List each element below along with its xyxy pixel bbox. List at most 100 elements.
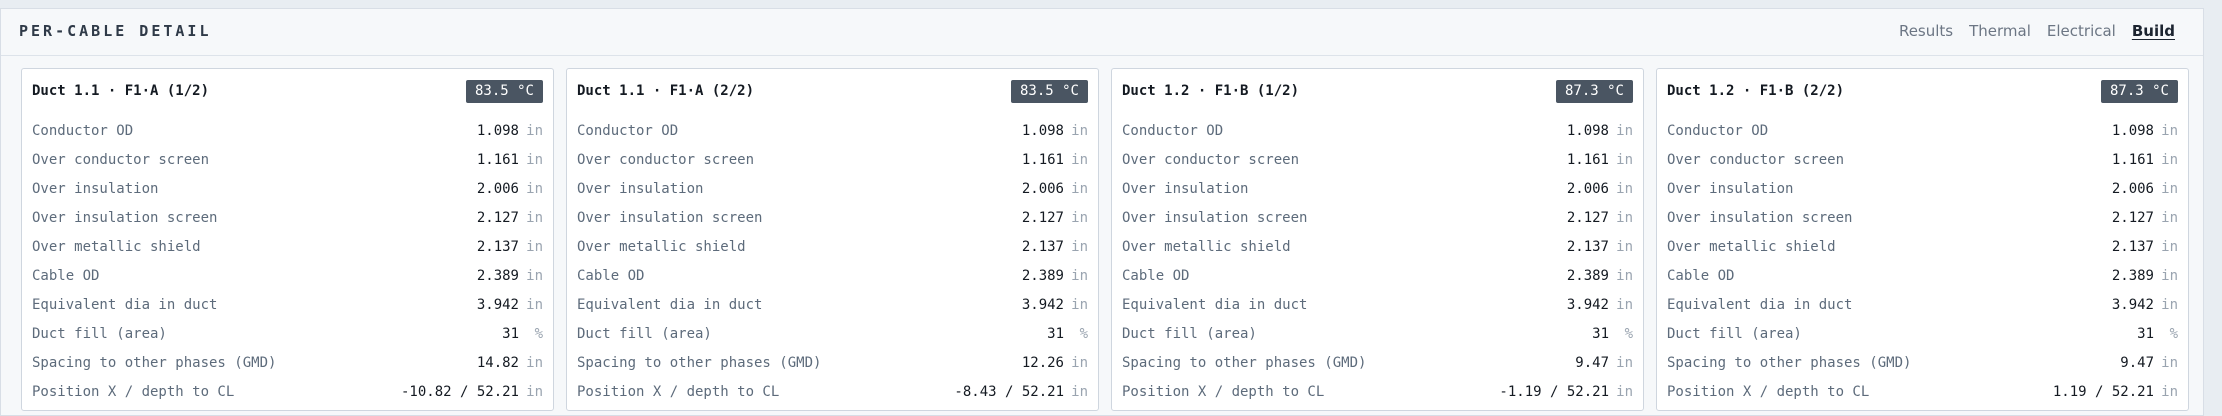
row-unit: % bbox=[534, 326, 543, 342]
row-value: 2.389 bbox=[476, 268, 519, 284]
row-label: Position X / depth to CL bbox=[32, 384, 235, 400]
row-unit: in bbox=[2161, 239, 2178, 255]
row-value: 2.127 bbox=[1566, 210, 1609, 226]
row-unit: in bbox=[2161, 181, 2178, 197]
row-unit: in bbox=[1071, 268, 1088, 284]
tab-thermal[interactable]: Thermal bbox=[1969, 22, 2031, 40]
row-label: Over insulation bbox=[1122, 181, 1249, 197]
row-label: Equivalent dia in duct bbox=[1122, 297, 1308, 313]
row-value: 1.161 bbox=[1021, 152, 1064, 168]
detail-row: Over insulation 2.006 in bbox=[32, 181, 543, 210]
row-value: 9.47 bbox=[2120, 355, 2154, 371]
row-label: Cable OD bbox=[1667, 268, 1735, 284]
cable-card: Duct 1.1 · F1·A (2/2) 83.5 °C Conductor OD… bbox=[566, 68, 1099, 411]
row-label: Over insulation bbox=[577, 181, 704, 197]
row-unit: in bbox=[526, 384, 543, 400]
detail-row: Duct fill (area) 31% bbox=[32, 326, 543, 355]
cable-card: Duct 1.1 · F1·A (1/2) 83.5 °C Conductor OD… bbox=[21, 68, 554, 411]
detail-row: Equivalent dia in duct 3.942 in bbox=[577, 297, 1088, 326]
per-cable-detail-panel: PER-CABLE DETAIL Results Thermal Electri… bbox=[0, 8, 2204, 416]
row-label: Over metallic shield bbox=[1667, 239, 1836, 255]
row-label: Spacing to other phases (GMD) bbox=[32, 355, 277, 371]
row-unit: in bbox=[1071, 123, 1088, 139]
temperature-badge: 87.3 °C bbox=[1555, 80, 1633, 103]
cable-card: Duct 1.2 · F1·B (1/2) 87.3 °C Conductor OD… bbox=[1111, 68, 1644, 411]
row-label: Over insulation screen bbox=[1667, 210, 1853, 226]
card-header: Duct 1.1 · F1·A (1/2) 83.5 °C bbox=[32, 80, 543, 104]
card-header: Duct 1.2 · F1·B (2/2) 87.3 °C bbox=[1667, 80, 2178, 104]
detail-row: Over conductor screen 1.161 in bbox=[577, 152, 1088, 181]
row-label: Duct fill (area) bbox=[1122, 326, 1257, 342]
row-value: 2.389 bbox=[2111, 268, 2154, 284]
cable-card: Duct 1.2 · F1·B (2/2) 87.3 °C Conductor OD… bbox=[1656, 68, 2189, 411]
row-value: 1.098 bbox=[1566, 123, 1609, 139]
row-unit: in bbox=[2161, 297, 2178, 313]
detail-row: Over insulation screen 2.127 in bbox=[32, 210, 543, 239]
row-value: 2.006 bbox=[476, 181, 519, 197]
row-label: Over insulation bbox=[1667, 181, 1794, 197]
row-value: 2.137 bbox=[1021, 239, 1064, 255]
row-value: 2.137 bbox=[1566, 239, 1609, 255]
card-title: Duct 1.1 · F1·A (1/2) bbox=[32, 83, 210, 99]
detail-row: Over insulation screen 2.127 in bbox=[1122, 210, 1633, 239]
row-unit: in bbox=[1616, 210, 1633, 226]
row-value: 3.942 bbox=[476, 297, 519, 313]
tab-results[interactable]: Results bbox=[1899, 22, 1953, 40]
card-header: Duct 1.2 · F1·B (1/2) 87.3 °C bbox=[1122, 80, 1633, 104]
row-unit: in bbox=[1071, 239, 1088, 255]
row-label: Conductor OD bbox=[1122, 123, 1224, 139]
row-label: Conductor OD bbox=[577, 123, 679, 139]
row-unit: in bbox=[1071, 181, 1088, 197]
detail-row: Conductor OD 1.098 in bbox=[577, 123, 1088, 152]
row-label: Over insulation screen bbox=[1122, 210, 1308, 226]
detail-row: Equivalent dia in duct 3.942 in bbox=[1122, 297, 1633, 326]
row-unit: in bbox=[526, 181, 543, 197]
row-unit: in bbox=[2161, 268, 2178, 284]
detail-rows: Conductor OD 1.098 in Over conductor screen… bbox=[32, 123, 543, 413]
row-label: Over conductor screen bbox=[577, 152, 755, 168]
detail-row: Over insulation 2.006 in bbox=[1122, 181, 1633, 210]
row-value: 14.82 bbox=[476, 355, 519, 371]
row-label: Over insulation screen bbox=[577, 210, 763, 226]
row-unit: in bbox=[1071, 152, 1088, 168]
row-unit: in bbox=[1616, 268, 1633, 284]
row-label: Over conductor screen bbox=[1122, 152, 1300, 168]
row-unit: in bbox=[526, 210, 543, 226]
row-label: Over metallic shield bbox=[1122, 239, 1291, 255]
row-unit: in bbox=[1616, 297, 1633, 313]
row-value: 1.19 / 52.21 bbox=[2052, 384, 2154, 400]
row-label: Duct fill (area) bbox=[1667, 326, 1802, 342]
detail-row: Position X / depth to CL -8.43 / 52.21 in bbox=[577, 384, 1088, 413]
panel-title: PER-CABLE DETAIL bbox=[19, 22, 212, 40]
row-unit: % bbox=[2169, 326, 2178, 342]
tab-build[interactable]: Build bbox=[2132, 22, 2175, 40]
row-value: 2.127 bbox=[2111, 210, 2154, 226]
detail-row: Over insulation 2.006 in bbox=[1667, 181, 2178, 210]
row-value: 3.942 bbox=[1566, 297, 1609, 313]
detail-row: Cable OD 2.389 in bbox=[1122, 268, 1633, 297]
row-unit: in bbox=[1616, 384, 1633, 400]
detail-row: Spacing to other phases (GMD) 12.26 in bbox=[577, 355, 1088, 384]
row-unit: in bbox=[2161, 123, 2178, 139]
row-label: Equivalent dia in duct bbox=[577, 297, 763, 313]
row-value: 1.161 bbox=[1566, 152, 1609, 168]
row-unit: in bbox=[526, 152, 543, 168]
cable-cards: Duct 1.1 · F1·A (1/2) 83.5 °C Conductor OD… bbox=[21, 68, 2189, 411]
row-label: Over conductor screen bbox=[1667, 152, 1845, 168]
detail-row: Over metallic shield 2.137 in bbox=[1667, 239, 2178, 268]
detail-row: Cable OD 2.389 in bbox=[577, 268, 1088, 297]
row-unit: in bbox=[1616, 123, 1633, 139]
tab-electrical[interactable]: Electrical bbox=[2047, 22, 2116, 40]
detail-row: Over insulation 2.006 in bbox=[577, 181, 1088, 210]
row-value: 2.127 bbox=[476, 210, 519, 226]
detail-row: Conductor OD 1.098 in bbox=[1122, 123, 1633, 152]
detail-row: Over metallic shield 2.137 in bbox=[32, 239, 543, 268]
row-label: Spacing to other phases (GMD) bbox=[1667, 355, 1912, 371]
card-title: Duct 1.2 · F1·B (1/2) bbox=[1122, 83, 1300, 99]
row-label: Spacing to other phases (GMD) bbox=[577, 355, 822, 371]
row-label: Position X / depth to CL bbox=[1122, 384, 1325, 400]
row-value: 1.098 bbox=[2111, 123, 2154, 139]
row-unit: in bbox=[526, 268, 543, 284]
row-unit: in bbox=[1616, 355, 1633, 371]
row-value: 2.006 bbox=[2111, 181, 2154, 197]
